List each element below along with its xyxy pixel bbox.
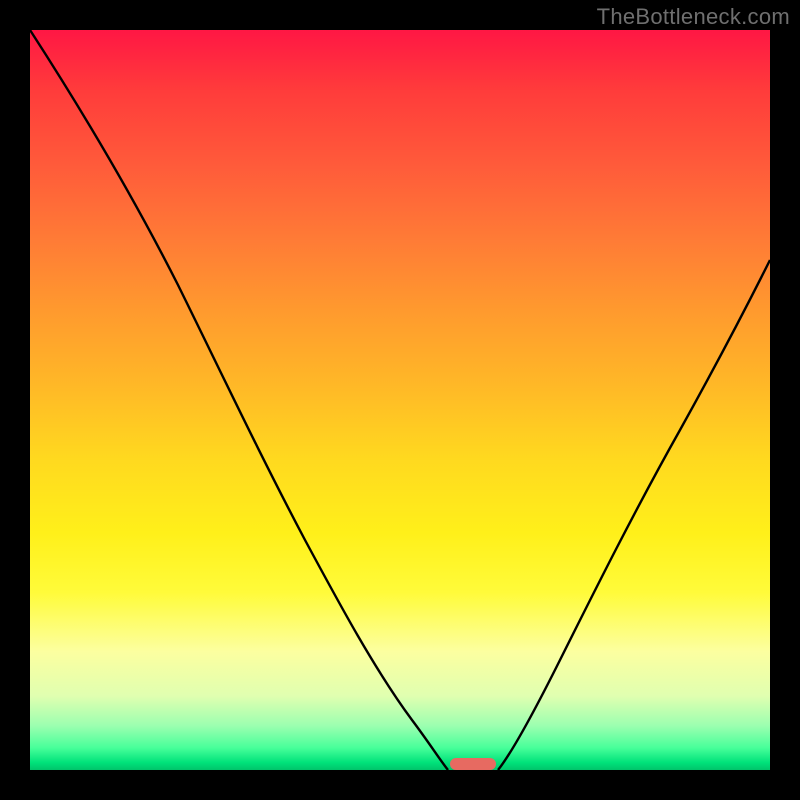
chart-frame: TheBottleneck.com: [0, 0, 800, 800]
plot-area: [30, 30, 770, 770]
left-curve-path: [30, 30, 448, 770]
bottleneck-curve: [30, 30, 770, 770]
right-curve-path: [498, 260, 770, 770]
watermark-text: TheBottleneck.com: [597, 4, 790, 30]
optimum-marker: [450, 758, 496, 770]
